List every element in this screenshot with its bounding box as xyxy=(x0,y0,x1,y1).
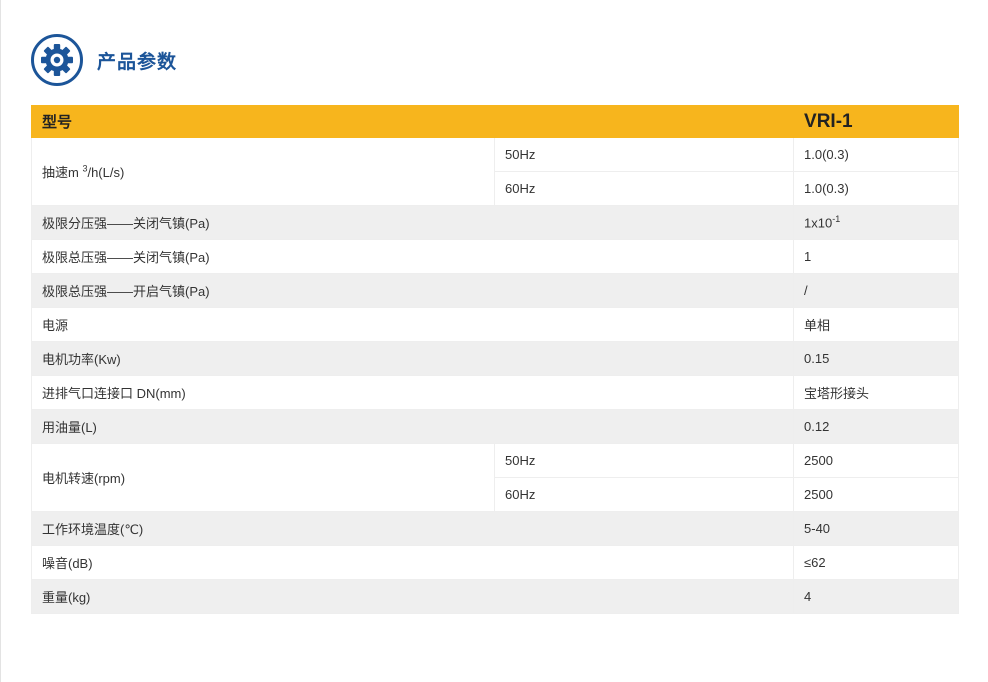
total-pressure-closed-label: 极限总压强——关闭气镇(Pa) xyxy=(30,239,795,274)
pumping-speed-value: 1.0(0.3) xyxy=(793,171,960,206)
table-row: 极限总压强——关闭气镇(Pa) 1 xyxy=(30,239,960,274)
port-label: 进排气口连接口 DN(mm) xyxy=(30,375,795,410)
total-pressure-open-label: 极限总压强——开启气镇(Pa) xyxy=(30,273,795,308)
table-row: 电机功率(Kw) 0.15 xyxy=(30,341,960,376)
motor-speed-freq: 60Hz xyxy=(493,477,795,512)
section-title: 产品参数 xyxy=(97,51,178,73)
partial-pressure-label: 极限分压强——关闭气镇(Pa) xyxy=(30,205,795,240)
table-row: 极限总压强——开启气镇(Pa) / xyxy=(30,273,960,308)
table-row: 极限分压强——关闭气镇(Pa) 1x10-1 xyxy=(30,205,960,240)
table-row: 用油量(L) 0.12 xyxy=(30,409,960,444)
pumping-speed-label-suffix: /h(L/s) xyxy=(87,165,125,180)
table-row: 噪音(dB) ≤62 xyxy=(30,545,960,580)
power-supply-label: 电源 xyxy=(30,307,795,342)
motor-power-value: 0.15 xyxy=(793,341,960,376)
pumping-speed-value: 1.0(0.3) xyxy=(793,137,960,172)
pumping-speed-freq: 50Hz xyxy=(493,137,795,172)
parameters-table: 型号 VRI-1 抽速m 3/h(L/s) 50Hz 1.0(0.3) 60Hz… xyxy=(30,105,960,614)
oil-value: 0.12 xyxy=(793,409,960,444)
gear-icon xyxy=(31,34,83,86)
table-row: 抽速m 3/h(L/s) 50Hz 1.0(0.3) xyxy=(31,137,960,206)
table-row: 重量(kg) 4 xyxy=(30,579,960,614)
table-header-row: 型号 VRI-1 xyxy=(30,105,960,138)
partial-pressure-value: 1x10-1 xyxy=(793,205,960,240)
power-supply-value: 单相 xyxy=(793,307,960,342)
header-model: VRI-1 xyxy=(793,105,960,138)
oil-label: 用油量(L) xyxy=(30,409,795,444)
pumping-speed-label-prefix: 抽速m xyxy=(42,165,83,180)
motor-speed-value: 2500 xyxy=(793,443,960,478)
temperature-value: 5-40 xyxy=(793,511,960,546)
partial-pressure-value-exp: -1 xyxy=(832,214,841,225)
header-label: 型号 xyxy=(30,105,795,138)
temperature-label: 工作环境温度(℃) xyxy=(30,511,795,546)
motor-speed-value: 2500 xyxy=(793,477,960,512)
noise-value: ≤62 xyxy=(793,545,960,580)
port-value: 宝塔形接头 xyxy=(793,375,960,410)
table-row: 进排气口连接口 DN(mm) 宝塔形接头 xyxy=(30,375,960,410)
table-row: 工作环境温度(℃) 5-40 xyxy=(30,511,960,546)
table-row: 电源 单相 xyxy=(30,307,960,342)
noise-label: 噪音(dB) xyxy=(30,545,795,580)
motor-speed-label: 电机转速(rpm) xyxy=(31,443,495,512)
motor-speed-freq: 50Hz xyxy=(493,443,795,478)
weight-value: 4 xyxy=(793,579,960,614)
total-pressure-closed-value: 1 xyxy=(793,239,960,274)
pumping-speed-label: 抽速m 3/h(L/s) xyxy=(31,137,495,206)
motor-power-label: 电机功率(Kw) xyxy=(30,341,795,376)
table-row: 电机转速(rpm) 50Hz 2500 xyxy=(31,443,960,512)
total-pressure-open-value: / xyxy=(793,273,960,308)
page-left-border xyxy=(0,0,1,682)
section-header: 产品参数 xyxy=(30,33,177,87)
pumping-speed-freq: 60Hz xyxy=(493,171,795,206)
weight-label: 重量(kg) xyxy=(30,579,795,614)
partial-pressure-value-base: 1x10 xyxy=(804,215,833,231)
